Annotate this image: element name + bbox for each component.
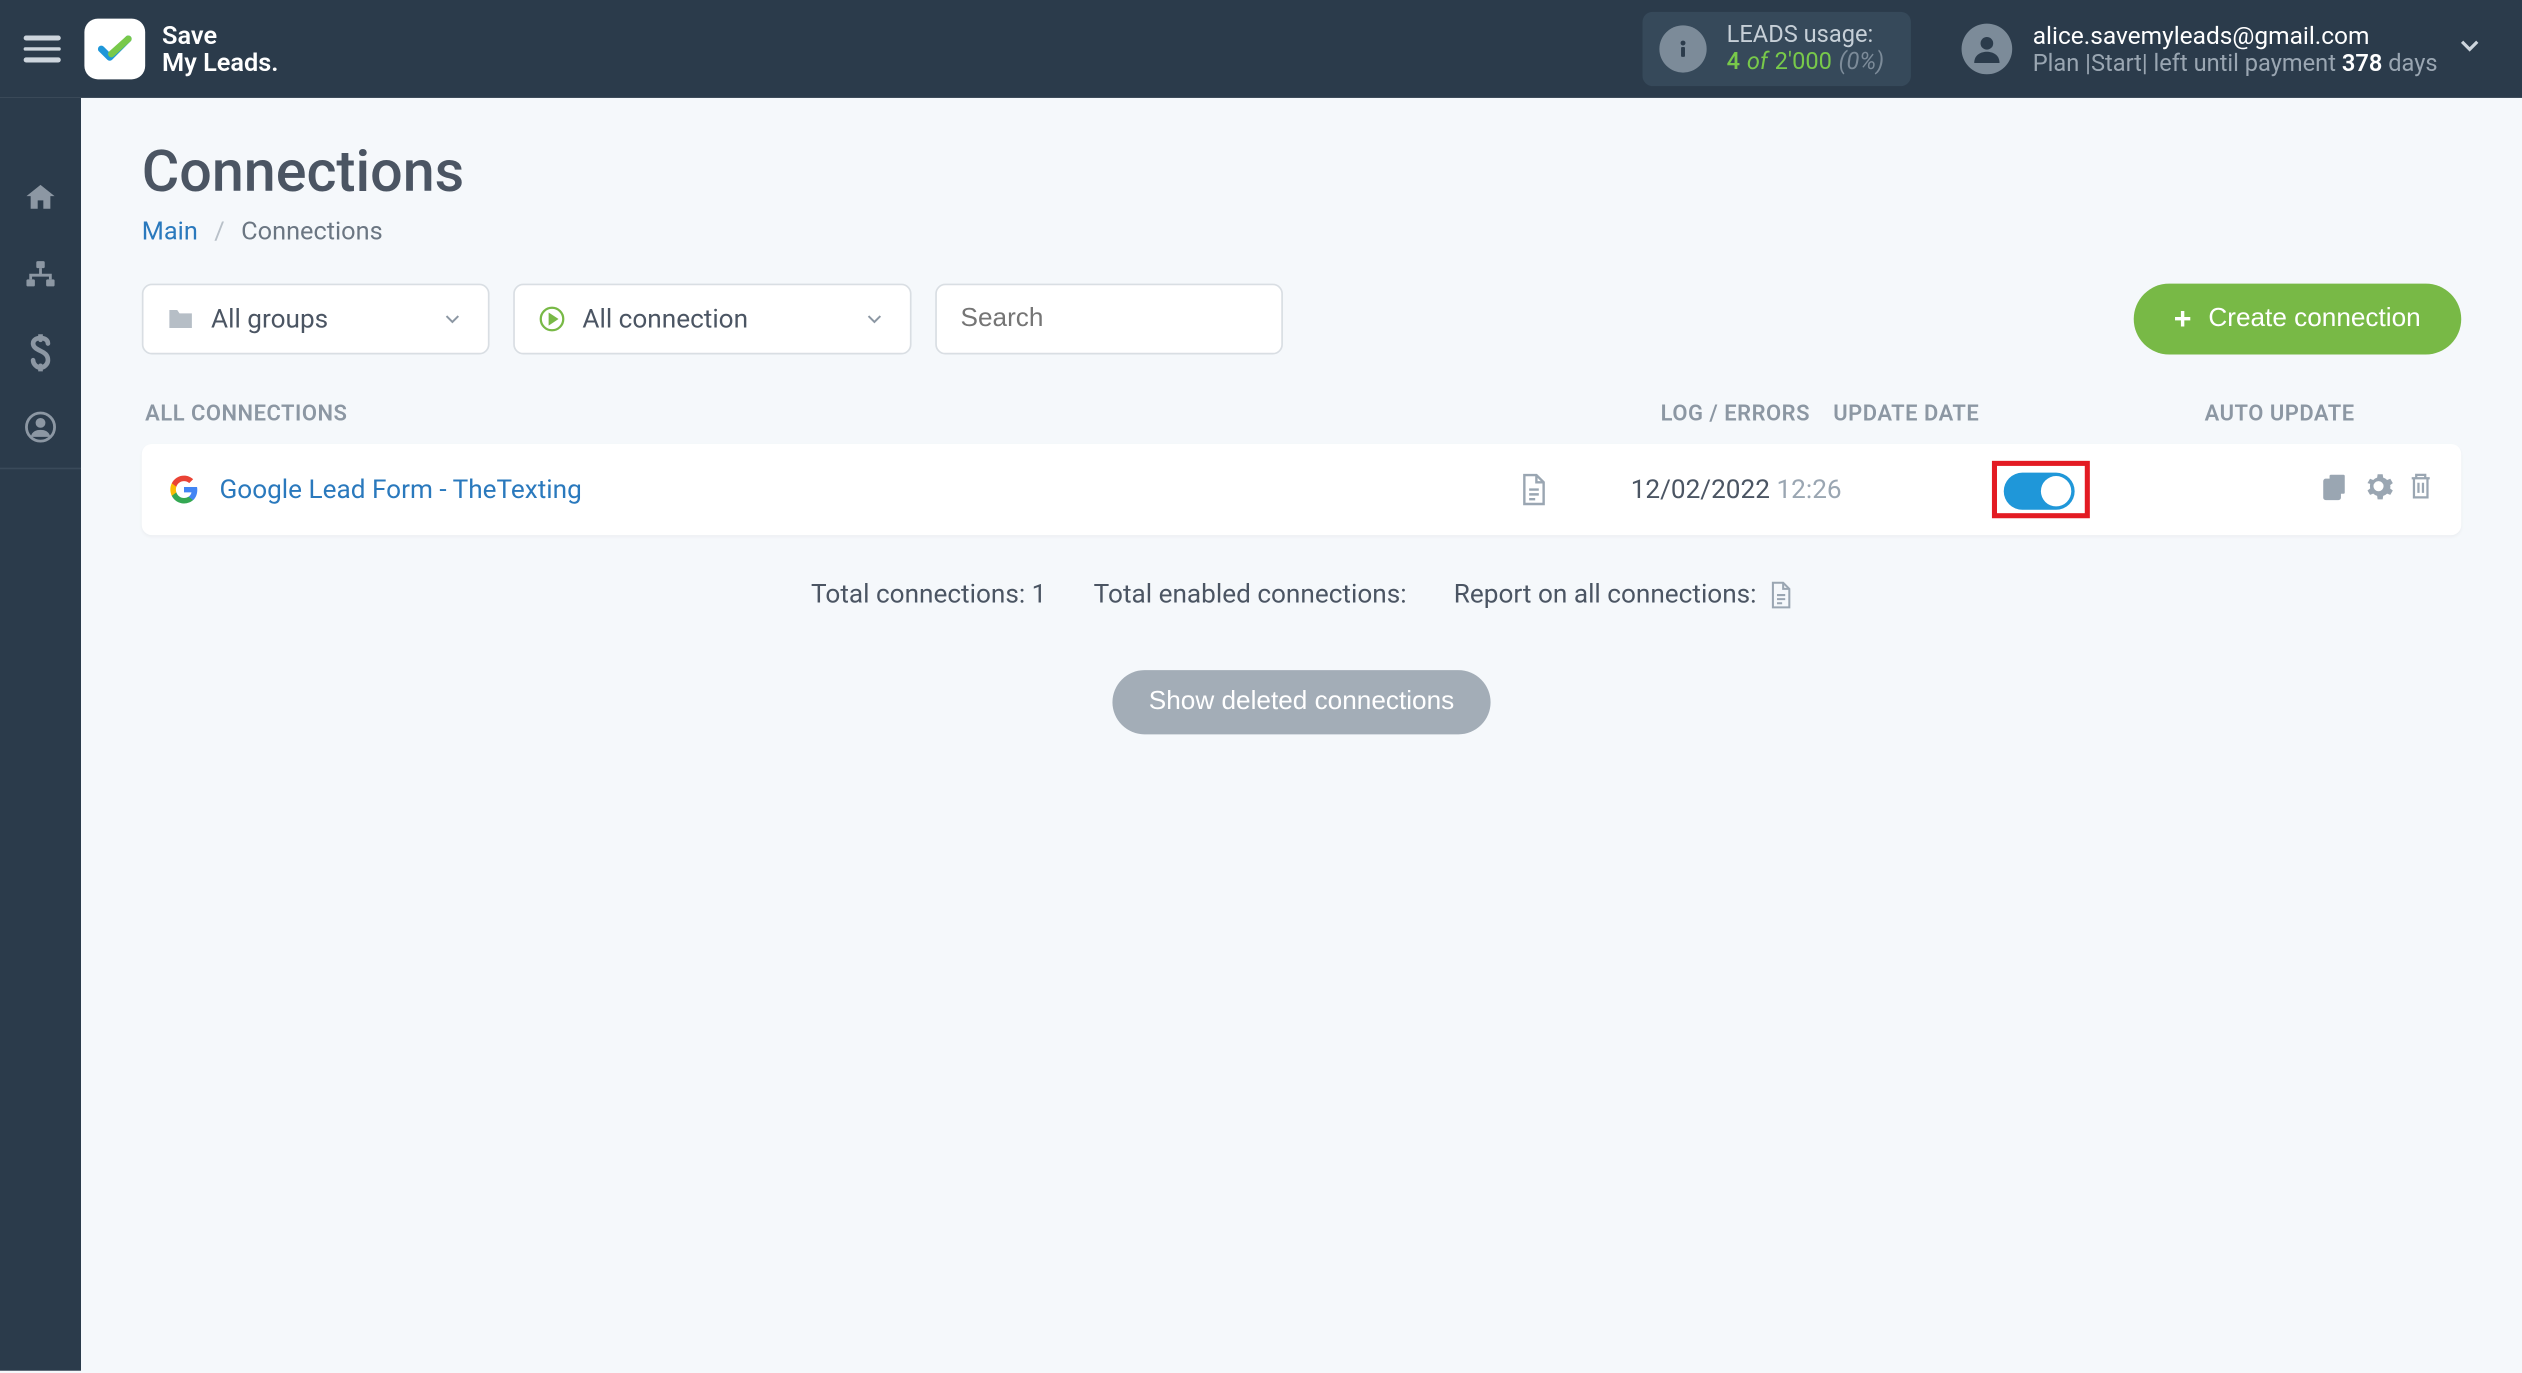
google-icon	[169, 474, 199, 504]
user-plan: Plan |Start| left until payment 378 days	[2033, 50, 2438, 77]
chevron-down-icon	[441, 307, 465, 331]
leads-label: LEADS usage:	[1727, 22, 1885, 49]
menu-icon[interactable]	[24, 30, 61, 67]
play-circle-icon	[538, 306, 565, 333]
col-all-connections: ALL CONNECTIONS	[142, 402, 1651, 427]
main-content: Connections Main / Connections All group…	[81, 98, 2522, 1371]
auto-update-toggle[interactable]	[2004, 473, 2075, 510]
logo[interactable]: Save My Leads.	[84, 19, 278, 80]
file-icon[interactable]	[1767, 580, 1792, 609]
logo-text: Save My Leads.	[162, 21, 278, 77]
connection-link[interactable]: Google Lead Form - TheTexting	[219, 474, 581, 504]
highlight-box	[1992, 461, 2090, 518]
file-icon	[1518, 473, 1548, 507]
stats-total: Total connections: 1	[811, 579, 1046, 609]
breadcrumb-main[interactable]: Main	[142, 216, 198, 246]
copy-icon[interactable]	[2319, 471, 2349, 508]
gear-icon[interactable]	[2363, 471, 2393, 508]
chevron-down-icon	[863, 307, 887, 331]
logo-icon	[84, 19, 145, 80]
sidebar-item-connections[interactable]	[0, 236, 81, 314]
page-title: Connections	[142, 138, 2461, 206]
update-date: 12/02/2022 12:26	[1617, 474, 1921, 504]
breadcrumb-current: Connections	[241, 216, 383, 246]
leads-usage-box: LEADS usage: 4 of 2'000 (0%)	[1642, 12, 1911, 86]
header: Save My Leads. LEADS usage: 4 of 2'000 (…	[0, 0, 2522, 98]
sidebar	[0, 98, 81, 1371]
sidebar-item-account[interactable]	[0, 392, 81, 470]
sidebar-item-home[interactable]	[0, 159, 81, 237]
stats-row: Total connections: 1 Total enabled conne…	[142, 579, 2461, 609]
stats-enabled: Total enabled connections:	[1094, 579, 1407, 609]
search-input[interactable]	[935, 284, 1283, 355]
log-button[interactable]	[1448, 473, 1617, 507]
table-header: ALL CONNECTIONS LOG / ERRORS UPDATE DATE…	[142, 378, 2461, 444]
user-menu[interactable]: alice.savemyleads@gmail.com Plan |Start|…	[1962, 21, 2438, 77]
sidebar-item-billing[interactable]	[0, 314, 81, 392]
plus-icon: +	[2174, 301, 2192, 336]
show-deleted-button[interactable]: Show deleted connections	[1112, 670, 1492, 734]
table-row: Google Lead Form - TheTexting 12/02/2022…	[142, 444, 2461, 535]
breadcrumb: Main / Connections	[142, 216, 2461, 246]
col-date: UPDATE DATE	[1820, 402, 2124, 427]
col-log: LOG / ERRORS	[1651, 402, 1820, 427]
group-filter[interactable]: All groups	[142, 284, 490, 355]
trash-icon[interactable]	[2407, 471, 2434, 508]
info-icon	[1659, 25, 1706, 72]
chevron-down-icon[interactable]	[2454, 30, 2484, 67]
col-auto: AUTO UPDATE	[2124, 402, 2462, 427]
create-connection-button[interactable]: + Create connection	[2133, 284, 2461, 355]
stats-report: Report on all connections:	[1454, 579, 1757, 609]
leads-values: 4 of 2'000 (0%)	[1727, 49, 1885, 76]
folder-icon	[167, 307, 194, 331]
user-email: alice.savemyleads@gmail.com	[2033, 21, 2438, 50]
avatar-icon	[1962, 24, 2013, 75]
connection-filter[interactable]: All connection	[513, 284, 911, 355]
